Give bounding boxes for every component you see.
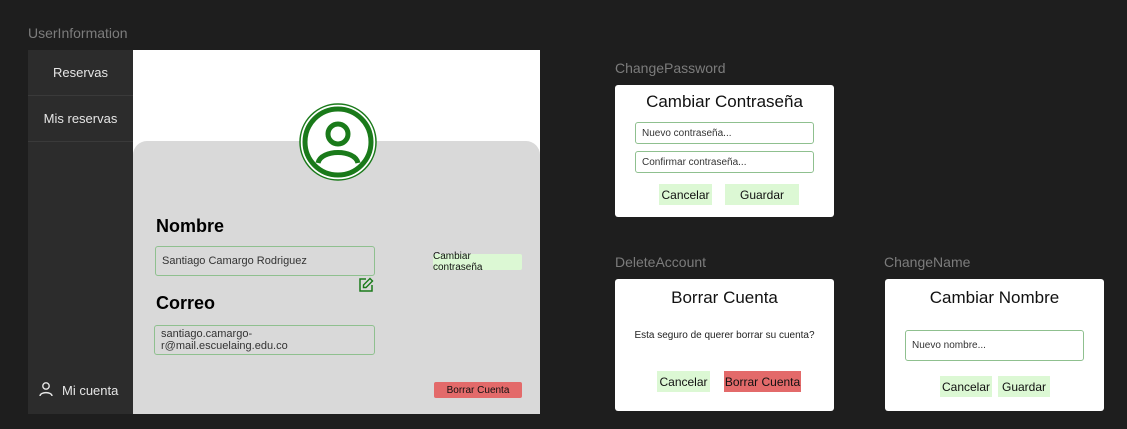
profile-card [133, 141, 540, 414]
confirm-message: Esta seguro de querer borrar su cuenta? [634, 330, 815, 341]
cancel-button[interactable]: Cancelar [657, 371, 710, 392]
cancel-button[interactable]: Cancelar [659, 184, 712, 205]
save-button[interactable]: Guardar [998, 376, 1050, 397]
sidebar-item-label: Mi cuenta [62, 383, 119, 398]
cancel-button[interactable]: Cancelar [940, 376, 992, 397]
person-icon [38, 381, 54, 400]
name-field[interactable]: Santiago Camargo Rodriguez [155, 246, 375, 276]
frame-label-change-password: ChangePassword [615, 60, 726, 76]
change-password-dialog: Cambiar Contraseña Nuevo contraseña... C… [615, 85, 834, 217]
frame-label-user-information: UserInformation [28, 25, 128, 41]
frame-label-change-name: ChangeName [884, 254, 971, 270]
sidebar-item-label: Reservas [53, 65, 108, 80]
sidebar-item-label: Mis reservas [43, 111, 118, 126]
new-name-field[interactable]: Nuevo nombre... [905, 330, 1084, 361]
frame-label-delete-account: DeleteAccount [615, 254, 707, 270]
sidebar-item-reservas[interactable]: Reservas [28, 50, 133, 96]
confirm-password-field[interactable]: Confirmar contraseña... [635, 151, 814, 173]
sidebar-item-mis-reservas[interactable]: Mis reservas [28, 96, 133, 142]
email-field[interactable]: santiago.camargo-r@mail.escuelaing.edu.c… [154, 325, 375, 355]
delete-account-dialog: Borrar Cuenta Esta seguro de querer borr… [615, 279, 834, 411]
dialog-title: Cambiar Contraseña [646, 92, 803, 111]
change-name-dialog: Cambiar Nombre Nuevo nombre... Cancelar … [885, 279, 1104, 411]
save-button[interactable]: Guardar [725, 184, 799, 205]
user-information-frame: Reservas Mis reservas Mi cuenta Nombre S… [28, 50, 540, 414]
new-password-field[interactable]: Nuevo contraseña... [635, 122, 814, 144]
dialog-title: Borrar Cuenta [671, 288, 778, 307]
sidebar: Reservas Mis reservas Mi cuenta [28, 50, 133, 414]
edit-icon[interactable] [358, 277, 374, 293]
change-password-button[interactable]: Cambiar contraseña [433, 251, 522, 273]
email-title: Correo [156, 293, 216, 313]
delete-account-button[interactable]: Borrar Cuenta [434, 382, 522, 398]
name-title: Nombre [156, 216, 225, 236]
confirm-delete-button[interactable]: Borrar Cuenta [724, 371, 801, 392]
avatar-icon [299, 103, 377, 181]
sidebar-item-mi-cuenta[interactable]: Mi cuenta [38, 381, 118, 400]
dialog-title: Cambiar Nombre [929, 288, 1060, 307]
